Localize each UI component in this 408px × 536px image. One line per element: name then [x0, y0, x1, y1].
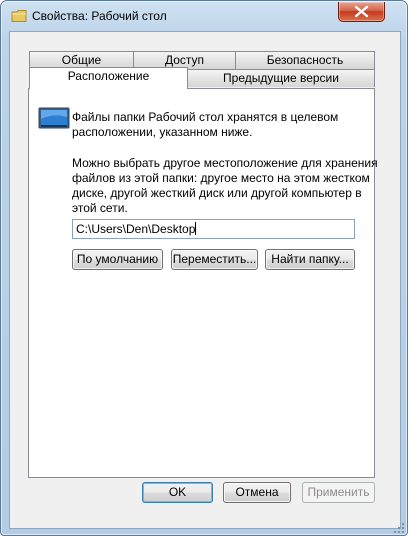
- resize-grip-icon[interactable]: [393, 522, 405, 534]
- move-button[interactable]: Переместить...: [171, 249, 258, 270]
- tab-security[interactable]: Безопасность: [235, 51, 375, 69]
- find-folder-button[interactable]: Найти папку...: [265, 249, 355, 270]
- tab-label: Расположение: [67, 69, 150, 83]
- path-value: C:\Users\Den\Desktop: [76, 222, 196, 236]
- tab-previous-versions[interactable]: Предыдущие версии: [187, 69, 375, 87]
- properties-window: Свойства: Рабочий стол Общие Доступ Безо…: [0, 0, 408, 536]
- location-tab-panel: [28, 88, 375, 478]
- info-line: расположении, указанном ниже.: [72, 125, 253, 139]
- cancel-button[interactable]: Отмена: [223, 482, 291, 503]
- tab-label: Безопасность: [266, 53, 344, 67]
- title-bar[interactable]: Свойства: Рабочий стол: [1, 1, 407, 31]
- restore-default-button[interactable]: По умолчанию: [72, 249, 163, 270]
- folder-path-input[interactable]: C:\Users\Den\Desktop: [72, 219, 355, 239]
- close-icon: [354, 5, 369, 18]
- location-description: Можно выбрать другое местоположение для …: [72, 156, 378, 216]
- tab-label: Доступ: [164, 53, 205, 67]
- description-line: файлов из этой папки: другое место на эт…: [72, 171, 370, 185]
- tab-label: Общие: [61, 53, 102, 67]
- description-line: диске, другой жесткий диск или другой ко…: [72, 186, 362, 200]
- close-button[interactable]: [338, 2, 385, 22]
- location-info-text: Файлы папки Рабочий стол хранятся в целе…: [72, 110, 338, 140]
- description-line: этой сети.: [72, 201, 128, 215]
- info-line: Файлы папки Рабочий стол хранятся в целе…: [72, 110, 339, 124]
- text-caret: [195, 222, 197, 235]
- tab-label: Предыдущие версии: [223, 71, 339, 85]
- description-line: Можно выбрать другое местоположение для …: [72, 156, 378, 170]
- folder-icon: [11, 10, 27, 22]
- window-title: Свойства: Рабочий стол: [32, 9, 167, 23]
- tab-location[interactable]: Расположение: [29, 67, 188, 89]
- apply-button[interactable]: Применить: [302, 482, 375, 503]
- monitor-folder-icon: [38, 107, 70, 129]
- ok-button[interactable]: OK: [142, 482, 213, 503]
